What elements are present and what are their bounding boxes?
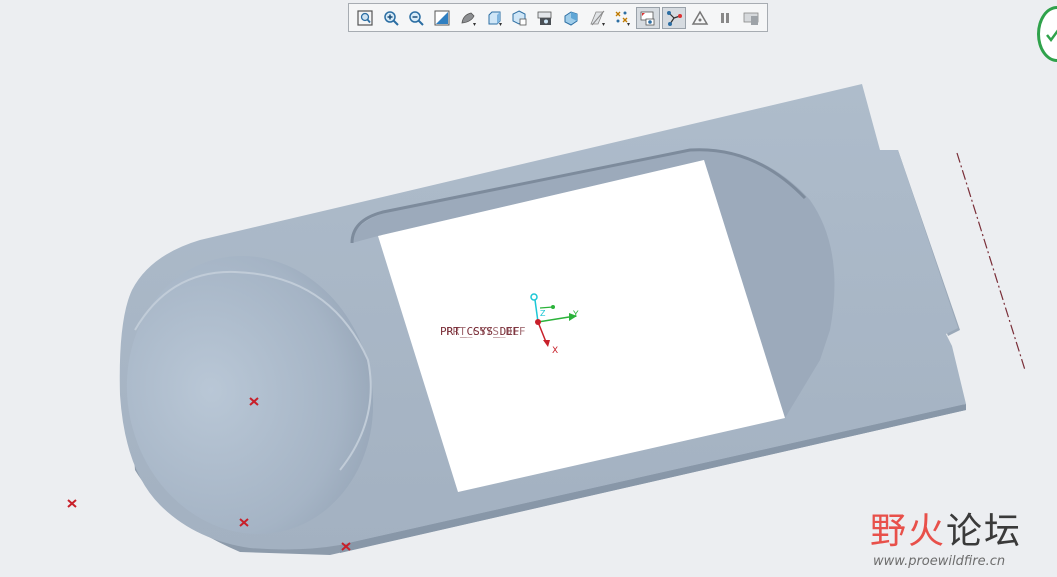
view-manager-icon — [512, 9, 527, 25]
axis-z-label: Z — [540, 309, 546, 318]
view-manager-button[interactable] — [508, 7, 532, 29]
axis-y-label: Y — [572, 310, 579, 320]
model-body[interactable] — [98, 84, 966, 560]
zoom-out-icon — [409, 10, 425, 26]
model-tree-connect-button[interactable] — [662, 6, 686, 29]
display-style-button[interactable] — [456, 7, 480, 29]
forum-watermark: 野火论坛 — [870, 512, 1022, 552]
repaint-icon — [434, 10, 450, 25]
saved-orientations-icon — [488, 11, 502, 26]
annotation-display-icon — [615, 11, 631, 26]
spin-center-icon — [640, 11, 655, 25]
perspective-view-button[interactable] — [533, 7, 557, 29]
view-toolbar — [348, 3, 768, 32]
3d-model-viewport[interactable]: Y X Z PRT_CSYS_DEF PRT_CSYS_DEF — [0, 0, 1057, 577]
refit-icon — [357, 9, 373, 26]
zoom-out-button[interactable] — [405, 7, 429, 29]
csys-name-label-overlap: PRT_CSYS_DEF — [446, 325, 525, 338]
section-button[interactable] — [559, 7, 583, 29]
saved-orientations-button[interactable] — [482, 7, 506, 29]
regenerate-button[interactable] — [739, 7, 763, 29]
axis-x-label: X — [552, 346, 558, 356]
datum-display-button[interactable] — [585, 7, 609, 29]
pause-button[interactable] — [714, 7, 738, 29]
datum-axis-line[interactable] — [956, 152, 1026, 371]
watermark-brand-part2: 论坛 — [946, 511, 1023, 552]
zoom-in-icon — [383, 10, 399, 26]
regenerate-icon — [743, 12, 759, 25]
datum-point[interactable] — [67, 499, 77, 508]
section-icon — [564, 10, 578, 26]
datum-display-icon — [590, 10, 605, 26]
show-triangle-button[interactable] — [688, 7, 712, 29]
watermark-url: www.proewildfire.cn — [873, 554, 1006, 569]
annotation-display-button[interactable] — [611, 7, 635, 29]
perspective-view-icon — [537, 11, 552, 25]
check-icon — [1046, 29, 1057, 43]
pause-icon — [721, 12, 730, 23]
spin-center-button[interactable] — [636, 6, 660, 29]
repaint-button[interactable] — [430, 7, 454, 29]
display-style-icon — [461, 12, 476, 26]
triangle-icon — [691, 10, 708, 25]
connect-icon — [666, 10, 682, 26]
watermark-brand-part1: 野火 — [870, 511, 947, 552]
zoom-in-button[interactable] — [379, 7, 403, 29]
refit-button[interactable] — [353, 7, 377, 29]
